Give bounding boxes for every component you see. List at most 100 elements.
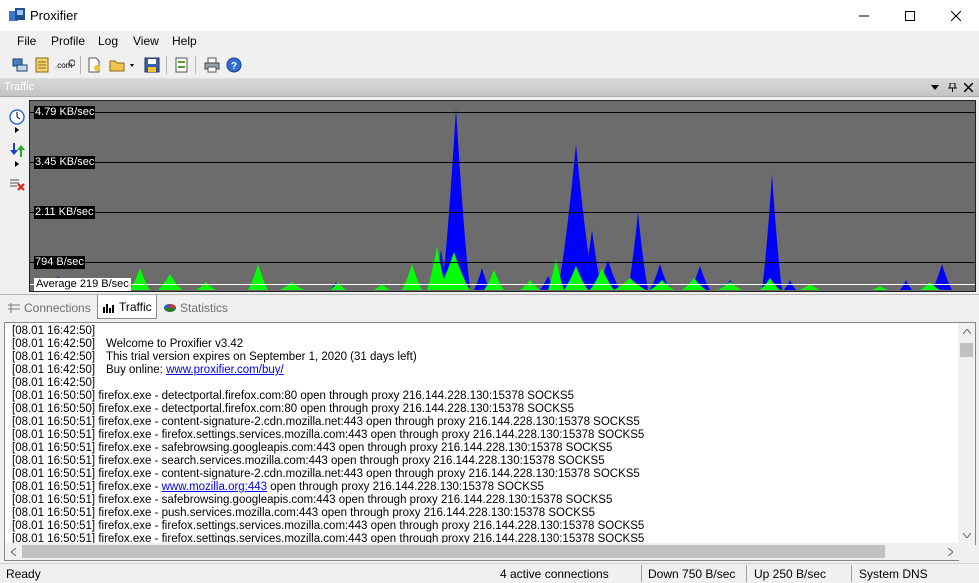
log-timestamp: [08.01 16:50:51] bbox=[12, 442, 96, 454]
log-timestamp: [08.01 16:50:51] bbox=[12, 429, 96, 441]
log-message: firefox.exe - content-signature-2.cdn.mo… bbox=[95, 468, 640, 480]
graph-gridline bbox=[30, 162, 975, 163]
help-button[interactable]: ? bbox=[224, 55, 244, 75]
profile-properties-button[interactable] bbox=[172, 55, 192, 75]
log-timestamp: [08.01 16:42:50] bbox=[12, 351, 96, 363]
log-row: [08.01 16:50:51] firefox.exe - www.mozil… bbox=[12, 481, 544, 494]
panel-title: Traffic bbox=[4, 81, 34, 93]
log-horizontal-scrollbar[interactable] bbox=[4, 543, 959, 561]
scroll-up-arrow[interactable] bbox=[958, 323, 975, 340]
tab-connections[interactable]: Connections bbox=[3, 297, 95, 318]
name-resolution-button[interactable]: .com bbox=[54, 55, 76, 75]
pin-icon bbox=[947, 82, 957, 92]
log-link[interactable]: www.mozilla.org:443 bbox=[162, 481, 267, 493]
log-message: firefox.exe - safebrowsing.googleapis.co… bbox=[95, 442, 613, 454]
name-resolution-icon: .com bbox=[55, 59, 75, 70]
proxy-servers-button[interactable] bbox=[10, 55, 30, 75]
profile-properties-icon bbox=[175, 57, 188, 73]
chevron-down-icon bbox=[962, 533, 971, 538]
scroll-left-arrow[interactable] bbox=[5, 543, 22, 560]
help-icon: ? bbox=[226, 57, 242, 73]
chevron-left-icon bbox=[11, 547, 16, 556]
log-row: [08.01 16:50:50] firefox.exe - detectpor… bbox=[12, 403, 574, 416]
traffic-direction-button[interactable] bbox=[6, 139, 28, 161]
update-rate-dropdown[interactable] bbox=[6, 125, 28, 135]
proxifier-app-icon bbox=[9, 8, 25, 21]
status-connections: 4 active connections bbox=[500, 567, 609, 581]
log-message: firefox.exe - search.services.mozilla.co… bbox=[95, 455, 605, 467]
log-message: firefox.exe - firefox.settings.services.… bbox=[95, 520, 645, 532]
log-timestamp: [08.01 16:50:51] bbox=[12, 416, 96, 428]
log-link[interactable]: www.proxifier.com/buy/ bbox=[166, 364, 284, 376]
log-message: firefox.exe - detectportal.firefox.com:8… bbox=[95, 390, 574, 402]
tab-label: Connections bbox=[24, 300, 91, 315]
expand-arrow-icon bbox=[15, 127, 19, 133]
open-profile-button[interactable] bbox=[108, 55, 136, 75]
scroll-thumb[interactable] bbox=[960, 343, 973, 357]
menu-profile[interactable]: Profile bbox=[51, 34, 85, 48]
new-profile-button[interactable] bbox=[84, 55, 104, 75]
log-message: firefox.exe - detectportal.firefox.com:8… bbox=[95, 403, 574, 415]
status-download-rate: Down 750 B/sec bbox=[648, 567, 736, 581]
scroll-thumb[interactable] bbox=[22, 545, 885, 558]
tab-traffic[interactable]: Traffic bbox=[97, 295, 157, 319]
toolbar: .com ? bbox=[0, 52, 979, 79]
scroll-down-arrow[interactable] bbox=[958, 527, 975, 544]
log-message: Welcome to Proxifier v3.42 bbox=[106, 338, 244, 350]
proxification-rules-icon bbox=[35, 57, 49, 73]
pie-chart-icon bbox=[163, 302, 177, 314]
log-row: [08.01 16:42:50] This trial version expir… bbox=[12, 351, 417, 364]
log-view[interactable]: [08.01 16:42:50] [08.01 16:42:50] Welcome … bbox=[4, 322, 960, 545]
log-row: [08.01 16:42:50] Welcome to Proxifier v3.… bbox=[12, 338, 243, 351]
log-timestamp: [08.01 16:42:50] bbox=[12, 377, 96, 389]
panel-menu-button[interactable] bbox=[928, 80, 942, 94]
view-tabs: Connections Traffic Statistics bbox=[0, 294, 979, 321]
close-window-button[interactable] bbox=[933, 0, 979, 31]
status-upload-rate: Up 250 B/sec bbox=[754, 567, 827, 581]
log-row: [08.01 16:50:51] firefox.exe - firefox.s… bbox=[12, 429, 644, 442]
menu-help[interactable]: Help bbox=[172, 34, 197, 48]
log-message: firefox.exe - push.services.mozilla.com:… bbox=[95, 507, 596, 519]
log-message: firefox.exe - safebrowsing.googleapis.co… bbox=[95, 494, 613, 506]
graph-gridline bbox=[30, 112, 975, 113]
up-down-arrows-icon bbox=[10, 143, 25, 157]
log-message: Buy online: www.proxifier.com/buy/ bbox=[106, 364, 284, 377]
log-text: firefox.exe - bbox=[95, 481, 162, 493]
status-ready: Ready bbox=[6, 567, 41, 581]
print-icon bbox=[204, 57, 220, 73]
menu-file[interactable]: File bbox=[17, 34, 36, 48]
svg-text:?: ? bbox=[231, 61, 237, 72]
log-row: [08.01 16:50:51] firefox.exe - firefox.s… bbox=[12, 520, 644, 533]
print-button[interactable] bbox=[202, 55, 222, 75]
connections-icon bbox=[7, 302, 21, 314]
average-label: Average 219 B/sec bbox=[34, 278, 131, 291]
minimize-button[interactable] bbox=[841, 0, 887, 31]
toolbar-separator bbox=[195, 56, 196, 74]
tab-statistics[interactable]: Statistics bbox=[159, 297, 232, 318]
log-row: [08.01 16:50:51] firefox.exe - content-s… bbox=[12, 468, 640, 481]
log-timestamp: [08.01 16:50:51] bbox=[12, 468, 96, 480]
log-timestamp: [08.01 16:50:51] bbox=[12, 455, 96, 467]
menu-bar: File Profile Log View Help bbox=[0, 31, 979, 52]
menu-log[interactable]: Log bbox=[98, 34, 118, 48]
traffic-direction-dropdown[interactable] bbox=[6, 159, 28, 169]
proxification-rules-button[interactable] bbox=[32, 55, 52, 75]
log-message: firefox.exe - firefox.settings.services.… bbox=[95, 429, 645, 441]
menu-view[interactable]: View bbox=[133, 34, 159, 48]
status-bar: Ready 4 active connections Down 750 B/se… bbox=[0, 563, 979, 583]
log-timestamp: [08.01 16:50:50] bbox=[12, 403, 96, 415]
panel-pin-button[interactable] bbox=[945, 80, 959, 94]
scroll-right-arrow[interactable] bbox=[942, 543, 959, 560]
panel-close-button[interactable] bbox=[961, 80, 975, 94]
log-vertical-scrollbar[interactable] bbox=[958, 322, 976, 545]
status-separator bbox=[851, 565, 852, 582]
save-profile-icon bbox=[144, 57, 160, 73]
log-message: firefox.exe - www.mozilla.org:443 open t… bbox=[95, 481, 544, 493]
maximize-button[interactable] bbox=[887, 0, 933, 31]
close-icon bbox=[951, 10, 961, 21]
log-row: [08.01 16:50:50] firefox.exe - detectpor… bbox=[12, 390, 574, 403]
log-text: open through proxy 216.144.228.130:15378… bbox=[267, 481, 544, 493]
clock-icon bbox=[9, 109, 25, 125]
clear-graph-button[interactable] bbox=[6, 173, 28, 195]
save-profile-button[interactable] bbox=[142, 55, 162, 75]
